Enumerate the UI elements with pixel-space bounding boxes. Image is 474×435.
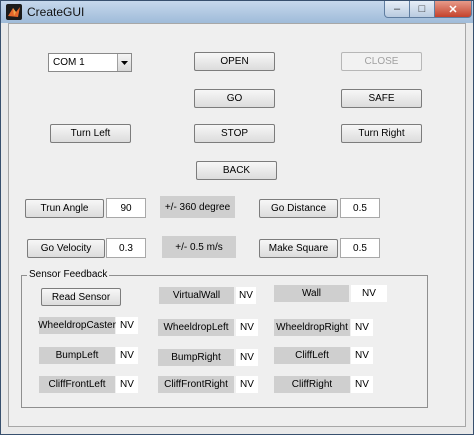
com-port-value: COM 1 [53, 57, 85, 68]
app-window: CreateGUI – □ ✕ COM 1 OPEN CLOSE GO SAFE… [0, 0, 474, 435]
close-window-button[interactable]: ✕ [434, 1, 472, 18]
make-square-button[interactable]: Make Square [259, 239, 338, 258]
sensor-value-wheeldropleft: NV [236, 319, 258, 336]
turn-angle-input[interactable]: 90 [106, 198, 146, 218]
sensor-value-bumpleft: NV [116, 347, 138, 364]
sensor-feedback-title: Sensor Feedback [27, 269, 110, 280]
sensor-label-virtualwall: VirtualWall [159, 287, 234, 304]
turn-angle-range-label: +/- 360 degree [160, 196, 235, 218]
sensor-label-cliffright: CliffRight [274, 376, 350, 393]
window-title: CreateGUI [27, 5, 85, 19]
sensor-value-wheeldropright: NV [351, 319, 373, 336]
sensor-label-wall: Wall [274, 285, 349, 302]
sensor-value-bumpright: NV [236, 349, 258, 366]
make-square-input[interactable]: 0.5 [340, 238, 380, 258]
sensor-label-bumpright: BumpRight [158, 349, 234, 366]
go-velocity-input[interactable]: 0.3 [106, 238, 146, 258]
minimize-button[interactable]: – [384, 1, 410, 18]
sensor-label-clifffrontleft: CliffFrontLeft [39, 376, 115, 393]
sensor-label-clifffrontright: CliffFrontRight [158, 376, 234, 393]
chevron-down-icon[interactable] [117, 54, 131, 71]
back-button[interactable]: BACK [196, 161, 277, 180]
sensor-label-wheeldropleft: WheeldropLeft [158, 319, 234, 336]
sensor-label-wheeldropright: WheeldropRight [274, 319, 350, 336]
sensor-label-cliffleft: CliffLeft [274, 347, 350, 364]
go-velocity-range-label: +/- 0.5 m/s [162, 236, 236, 258]
sensor-value-cliffleft: NV [351, 347, 373, 364]
go-distance-button[interactable]: Go Distance [259, 199, 338, 218]
sensor-label-wheeldropcaster: WheeldropCaster [38, 317, 116, 334]
title-bar[interactable]: CreateGUI – □ ✕ [1, 1, 473, 23]
safe-button[interactable]: SAFE [341, 89, 422, 108]
sensor-value-clifffrontright: NV [236, 376, 258, 393]
turn-right-button[interactable]: Turn Right [341, 124, 422, 143]
com-port-select[interactable]: COM 1 [48, 53, 132, 72]
stop-button[interactable]: STOP [194, 124, 275, 143]
go-velocity-button[interactable]: Go Velocity [27, 239, 105, 258]
sensor-value-clifffrontleft: NV [116, 376, 138, 393]
turn-left-button[interactable]: Turn Left [50, 124, 131, 143]
go-distance-input[interactable]: 0.5 [340, 198, 380, 218]
open-button[interactable]: OPEN [194, 52, 275, 71]
matlab-icon [6, 4, 22, 20]
sensor-value-virtualwall: NV [236, 287, 256, 304]
read-sensor-button[interactable]: Read Sensor [41, 288, 121, 306]
turn-angle-button[interactable]: Trun Angle [25, 199, 104, 218]
sensor-label-bumpleft: BumpLeft [39, 347, 115, 364]
sensor-value-wheeldropcaster: NV [116, 317, 138, 334]
sensor-value-wall: NV [351, 285, 387, 302]
go-button[interactable]: GO [194, 89, 275, 108]
close-button[interactable]: CLOSE [341, 52, 422, 71]
sensor-value-cliffright: NV [351, 376, 373, 393]
maximize-button[interactable]: □ [409, 1, 435, 18]
